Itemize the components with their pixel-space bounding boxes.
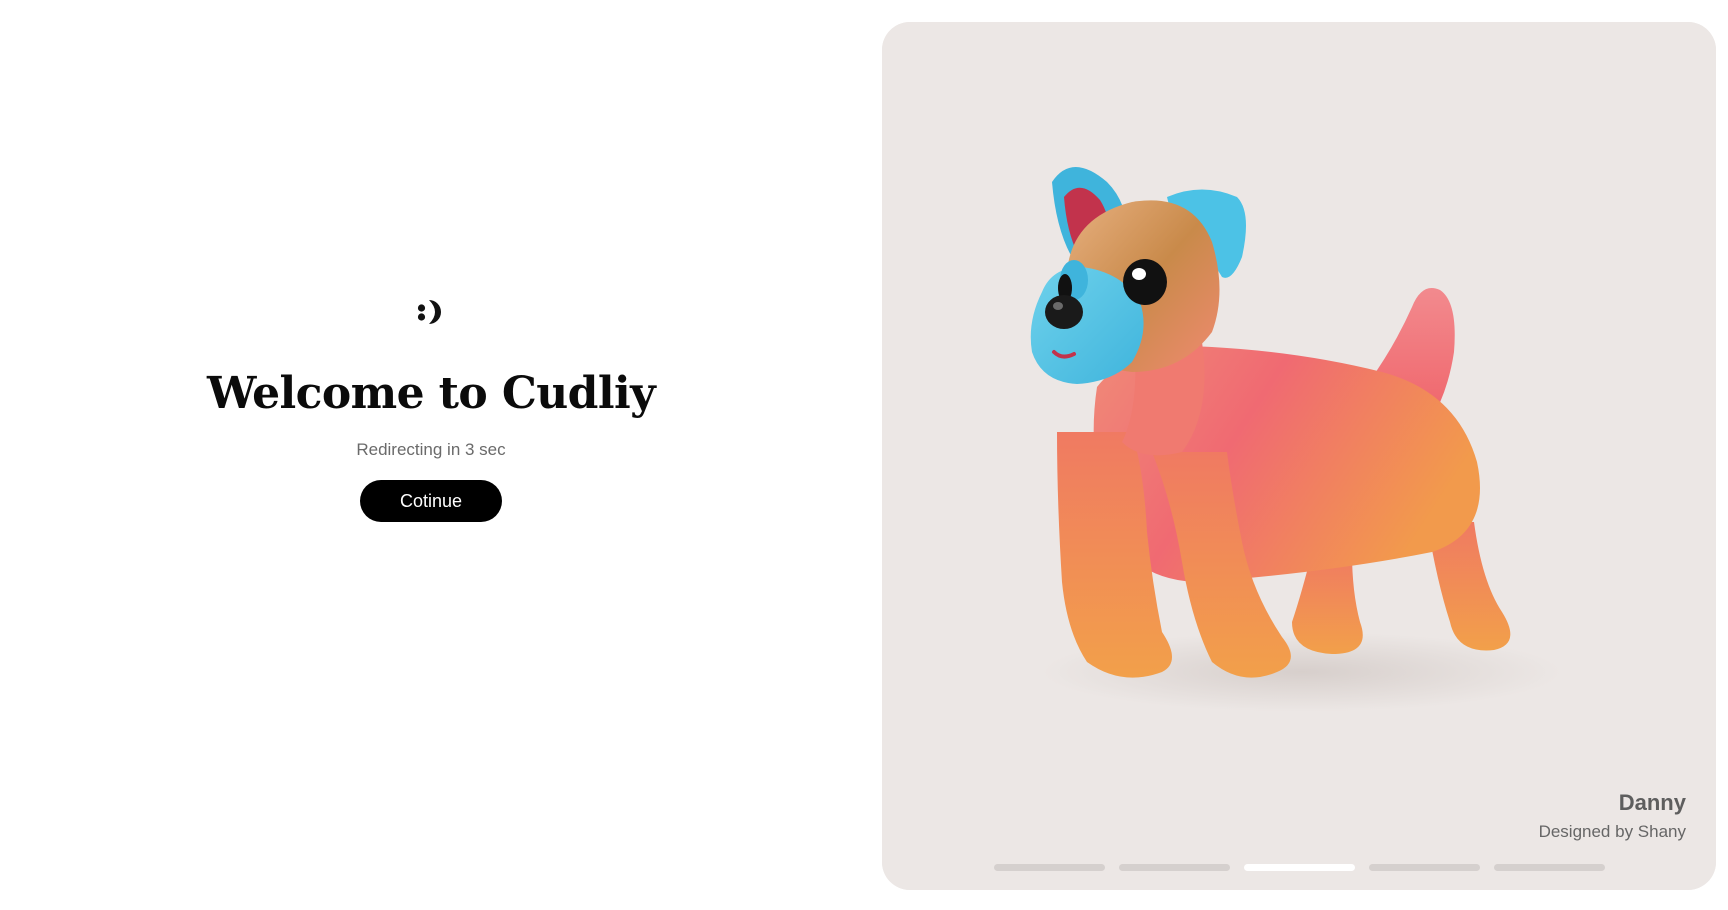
carousel-pagination	[994, 864, 1605, 871]
page-title: Welcome to Cudliy	[206, 368, 656, 419]
welcome-block: Welcome to Cudliy Redirecting in 3 sec C…	[0, 296, 862, 522]
continue-button[interactable]: Cotinue	[360, 480, 502, 522]
cudliy-logo-icon	[417, 300, 441, 324]
redirect-countdown-text: Redirecting in 3 sec	[356, 440, 506, 459]
showcase-card: Danny Designed by Shany	[882, 22, 1716, 890]
carousel-dot-4[interactable]	[1369, 864, 1480, 871]
welcome-pane: Welcome to Cudliy Redirecting in 3 sec C…	[0, 0, 862, 910]
carousel-dot-2[interactable]	[1119, 864, 1230, 871]
product-name: Danny	[1618, 790, 1686, 815]
3d-toy-dog-image	[882, 22, 1716, 890]
product-caption: Danny Designed by Shany	[1539, 790, 1686, 842]
carousel-dot-3-active[interactable]	[1244, 864, 1355, 871]
carousel-dot-5[interactable]	[1494, 864, 1605, 871]
designer-credit: Designed by Shany	[1538, 822, 1686, 841]
carousel-dot-1[interactable]	[994, 864, 1105, 871]
